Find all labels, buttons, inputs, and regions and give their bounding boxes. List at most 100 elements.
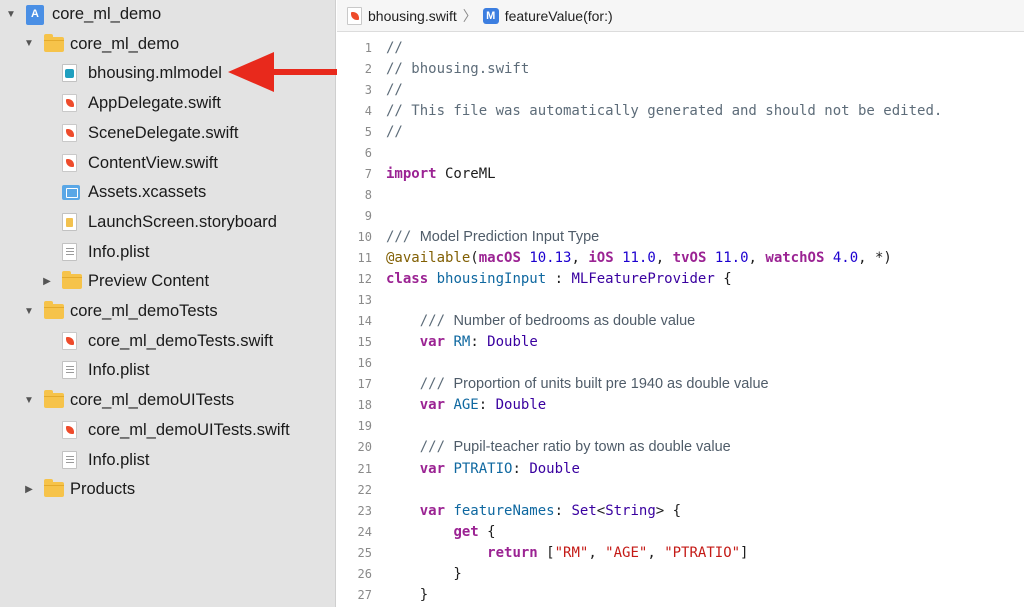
- code-line[interactable]: 21 var PTRATIO: Double: [337, 458, 1024, 479]
- disclosure-collapsed-icon[interactable]: ▶: [40, 274, 54, 288]
- disclosure-expanded-icon[interactable]: ▼: [22, 304, 36, 318]
- code-text: @available(macOS 10.13, iOS 11.0, tvOS 1…: [386, 250, 892, 266]
- code-line[interactable]: 10 /// Model Prediction Input Type: [337, 226, 1024, 247]
- code-text: import CoreML: [386, 166, 496, 182]
- code-line[interactable]: 8: [337, 184, 1024, 205]
- code-line[interactable]: 24 get {: [337, 521, 1024, 542]
- code-line[interactable]: 7 import CoreML: [337, 163, 1024, 184]
- code-token: :: [512, 460, 530, 477]
- disclosure-expanded-icon[interactable]: ▼: [4, 7, 18, 21]
- code-line[interactable]: 1 //: [337, 37, 1024, 58]
- code-token: class: [386, 271, 429, 288]
- code-line[interactable]: 6: [337, 142, 1024, 163]
- code-line[interactable]: 2 // bhousing.swift: [337, 58, 1024, 79]
- navigator-item[interactable]: LaunchScreen.storyboard: [0, 208, 335, 236]
- line-number: 8: [364, 187, 372, 202]
- code-token: {: [714, 271, 732, 288]
- code-token: [: [537, 544, 555, 561]
- storyboard-icon: [62, 212, 80, 231]
- disclosure-collapsed-icon[interactable]: ▶: [22, 482, 36, 496]
- code-text: //: [386, 40, 403, 56]
- code-line[interactable]: 27 }: [337, 584, 1024, 605]
- swift-file-icon: [62, 420, 80, 439]
- disclosure-expanded-icon[interactable]: ▼: [22, 37, 36, 51]
- navigator-item[interactable]: ContentView.swift: [0, 149, 335, 177]
- code-line[interactable]: 18 var AGE: Double: [337, 395, 1024, 416]
- plist-icon: [62, 242, 80, 261]
- disclosure-expanded-icon[interactable]: ▼: [22, 393, 36, 407]
- navigator-item[interactable]: Info.plist: [0, 446, 335, 474]
- red-arrow-annotation: [228, 52, 352, 92]
- code-line[interactable]: 16: [337, 353, 1024, 374]
- code-text: var PTRATIO: Double: [386, 461, 580, 477]
- code-line[interactable]: 19: [337, 416, 1024, 437]
- code-token: //: [386, 123, 403, 140]
- navigator-item[interactable]: Assets.xcassets: [0, 178, 335, 206]
- navigator-item[interactable]: core_ml_demoUITests.swift: [0, 416, 335, 444]
- code-line[interactable]: 4 // This file was automatically generate…: [337, 100, 1024, 121]
- navigator-item[interactable]: ▼ core_ml_demoUITests: [0, 386, 335, 414]
- navigator-item[interactable]: core_ml_demoTests.swift: [0, 327, 335, 355]
- code-line[interactable]: 25 return ["RM", "AGE", "PTRATIO"]: [337, 542, 1024, 563]
- line-number: 10: [357, 229, 372, 244]
- code-line[interactable]: 17 /// Proportion of units built pre 194…: [337, 374, 1024, 395]
- code-line[interactable]: 9: [337, 205, 1024, 226]
- swift-file-icon: [62, 123, 80, 142]
- swift-file-icon-glyph: [62, 94, 77, 113]
- code-line[interactable]: 5 //: [337, 121, 1024, 142]
- navigator-item-label: core_ml_demoUITests.swift: [88, 420, 290, 439]
- code-token: ,: [571, 250, 589, 266]
- code-line[interactable]: 26 }: [337, 563, 1024, 584]
- line-number: 2: [364, 61, 372, 76]
- code-line[interactable]: 13: [337, 290, 1024, 311]
- code-line[interactable]: 22: [337, 479, 1024, 500]
- navigator-item[interactable]: SceneDelegate.swift: [0, 119, 335, 147]
- code-line[interactable]: 20 /// Pupil-teacher ratio by town as do…: [337, 437, 1024, 458]
- code-token: RM: [453, 334, 471, 351]
- code-line[interactable]: 15 var RM: Double: [337, 332, 1024, 353]
- code-token: (: [470, 250, 479, 266]
- code-line[interactable]: 23 var featureNames: Set<String> {: [337, 500, 1024, 521]
- code-token: "AGE": [605, 544, 648, 561]
- navigator-item-label: core_ml_demo: [52, 5, 162, 23]
- jumpbar-file-crumb[interactable]: bhousing.swift: [347, 6, 457, 25]
- code-token: featureNames: [453, 502, 555, 519]
- code-line[interactable]: 11 @available(macOS 10.13, iOS 11.0, tvOS…: [337, 248, 1024, 269]
- navigator-item[interactable]: ▶ Products: [0, 475, 335, 503]
- code-line[interactable]: 3 //: [337, 79, 1024, 100]
- jumpbar-symbol-crumb[interactable]: M featureValue(for:): [482, 7, 613, 24]
- code-line[interactable]: 14 /// Number of bedrooms as double valu…: [337, 311, 1024, 332]
- navigator-item[interactable]: ▼ core_ml_demo: [0, 0, 335, 28]
- navigator-item[interactable]: Info.plist: [0, 238, 335, 266]
- code-token: :: [470, 334, 488, 351]
- code-text: var featureNames: Set<String> {: [386, 503, 681, 519]
- code-token: //: [386, 81, 403, 98]
- code-line[interactable]: 12 class bhousingInput : MLFeatureProvide…: [337, 269, 1024, 290]
- jumpbar-file-label: bhousing.swift: [368, 7, 457, 24]
- folder-icon: [44, 390, 64, 409]
- line-number: 25: [357, 545, 372, 560]
- code-token: Proportion of units built pre 1940 as do…: [453, 376, 769, 393]
- code-text: //: [386, 82, 403, 98]
- line-number: 3: [364, 82, 372, 97]
- code-token: ///: [419, 439, 454, 456]
- line-number: 17: [357, 377, 372, 392]
- navigator-item[interactable]: ▼ core_ml_demoTests: [0, 297, 335, 325]
- code-text: // bhousing.swift: [386, 61, 529, 77]
- source-editor[interactable]: 1 // 2 // bhousing.swift 3 // 4 // This file wa…: [337, 32, 1024, 607]
- code-token: "RM": [554, 544, 589, 561]
- navigator-item[interactable]: ▶ Preview Content: [0, 267, 335, 295]
- code-token: Double: [487, 334, 538, 351]
- navigator-item[interactable]: Info.plist: [0, 356, 335, 384]
- line-number: 21: [357, 461, 372, 476]
- line-number: 19: [357, 419, 372, 434]
- navigator-item-label: Assets.xcassets: [88, 183, 207, 202]
- code-token: Model Prediction Input Type: [419, 228, 600, 245]
- code-token: ///: [419, 313, 454, 330]
